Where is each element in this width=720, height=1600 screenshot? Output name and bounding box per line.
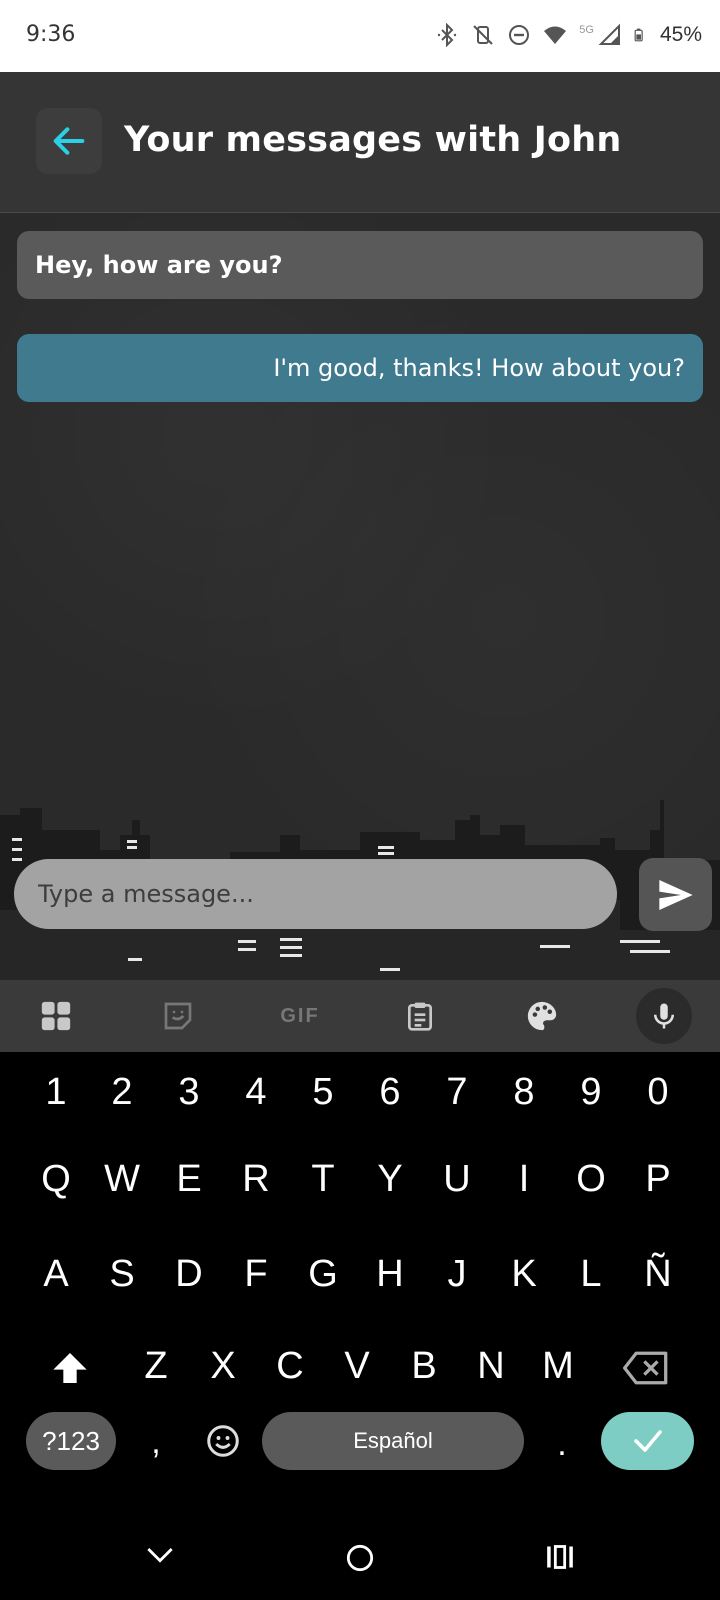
chevron-down-icon[interactable]	[146, 1546, 174, 1566]
status-icons: 5G 45%	[435, 20, 702, 50]
key-3[interactable]: 3	[159, 1052, 219, 1132]
key-z[interactable]: Z	[126, 1326, 186, 1406]
key-w[interactable]: W	[92, 1139, 152, 1219]
keyboard-toolbar: GIF	[0, 980, 720, 1052]
message-incoming: Hey, how are you?	[17, 231, 703, 299]
status-time: 9:36	[26, 22, 76, 47]
symbols-key[interactable]: ?123	[26, 1412, 116, 1470]
key-2[interactable]: 2	[92, 1052, 152, 1132]
emoji-key[interactable]	[200, 1418, 246, 1464]
key-d[interactable]: D	[159, 1234, 219, 1314]
network-type-label: 5G	[579, 24, 594, 36]
enter-key[interactable]	[601, 1412, 694, 1470]
letter-row-3: Z X C V B N M	[0, 1326, 720, 1406]
key-h[interactable]: H	[360, 1234, 420, 1314]
shift-key[interactable]	[40, 1326, 100, 1406]
cellular-signal-icon	[598, 23, 620, 45]
message-input[interactable]	[36, 879, 617, 909]
key-7[interactable]: 7	[427, 1052, 487, 1132]
key-j[interactable]: J	[427, 1234, 487, 1314]
key-1[interactable]: 1	[26, 1052, 86, 1132]
key-8[interactable]: 8	[494, 1052, 554, 1132]
key-9[interactable]: 9	[561, 1052, 621, 1132]
key-u[interactable]: U	[427, 1139, 487, 1219]
back-button[interactable]	[36, 108, 102, 174]
key-p[interactable]: P	[628, 1139, 688, 1219]
key-5[interactable]: 5	[293, 1052, 353, 1132]
key-c[interactable]: C	[260, 1326, 320, 1406]
key-e[interactable]: E	[159, 1139, 219, 1219]
key-4[interactable]: 4	[226, 1052, 286, 1132]
key-o[interactable]: O	[561, 1139, 621, 1219]
do-not-disturb-icon	[509, 25, 530, 45]
comma-key[interactable]: ,	[126, 1402, 186, 1482]
key-0[interactable]: 0	[628, 1052, 688, 1132]
wifi-icon	[544, 26, 567, 44]
period-key[interactable]: .	[532, 1404, 592, 1484]
key-i[interactable]: I	[494, 1139, 554, 1219]
navigation-bar	[0, 1520, 720, 1600]
message-input-container[interactable]	[14, 859, 617, 929]
key-6[interactable]: 6	[360, 1052, 420, 1132]
key-k[interactable]: K	[494, 1234, 554, 1314]
key-r[interactable]: R	[226, 1139, 286, 1219]
letter-row-2: A S D F G H J K L Ñ	[0, 1234, 720, 1314]
recents-icon[interactable]	[546, 1544, 574, 1570]
key-x[interactable]: X	[193, 1326, 253, 1406]
key-s[interactable]: S	[92, 1234, 152, 1314]
sticker-icon[interactable]	[154, 992, 202, 1040]
apps-grid-icon[interactable]	[32, 992, 80, 1040]
key-f[interactable]: F	[226, 1234, 286, 1314]
bluetooth-icon	[438, 23, 457, 47]
letter-row-1: Q W E R T Y U I O P	[0, 1139, 720, 1219]
backspace-icon	[623, 1351, 668, 1385]
message-outgoing: I'm good, thanks! How about you?	[17, 334, 703, 402]
chat-header: Your messages with John	[0, 72, 720, 213]
battery-icon	[634, 28, 643, 42]
emoji-icon	[207, 1425, 239, 1457]
vibrate-off-icon	[473, 25, 493, 45]
key-v[interactable]: V	[327, 1326, 387, 1406]
clipboard-icon[interactable]	[396, 992, 444, 1040]
microphone-icon[interactable]	[636, 988, 692, 1044]
backspace-key[interactable]	[616, 1326, 676, 1406]
page-title: Your messages with John	[124, 120, 622, 160]
arrow-left-icon	[53, 127, 85, 155]
key-b[interactable]: B	[394, 1326, 454, 1406]
key-y[interactable]: Y	[360, 1139, 420, 1219]
home-circle-icon[interactable]	[346, 1544, 374, 1572]
key-g[interactable]: G	[293, 1234, 353, 1314]
key-l[interactable]: L	[561, 1234, 621, 1314]
shift-icon	[53, 1352, 87, 1383]
chat-screen: Your messages with John Hey, how are you…	[0, 72, 720, 980]
key-m[interactable]: M	[528, 1326, 588, 1406]
key-n[interactable]: N	[461, 1326, 521, 1406]
key-n-tilde[interactable]: Ñ	[628, 1234, 688, 1314]
battery-percent: 45%	[659, 23, 702, 46]
keyboard: 1 2 3 4 5 6 7 8 9 0 Q W E R T Y U I O P …	[0, 1052, 720, 1600]
space-bar[interactable]: Español	[262, 1412, 524, 1470]
bottom-key-row: ?123 , Español .	[0, 1412, 720, 1492]
key-t[interactable]: T	[293, 1139, 353, 1219]
send-button[interactable]	[639, 858, 712, 931]
status-bar: 9:36 5G 45%	[0, 0, 720, 72]
key-a[interactable]: A	[26, 1234, 86, 1314]
send-icon	[658, 879, 693, 910]
checkmark-icon	[633, 1430, 662, 1452]
key-q[interactable]: Q	[26, 1139, 86, 1219]
gif-button[interactable]: GIF	[274, 992, 326, 1040]
palette-icon[interactable]	[518, 992, 566, 1040]
number-row: 1 2 3 4 5 6 7 8 9 0	[0, 1052, 720, 1132]
